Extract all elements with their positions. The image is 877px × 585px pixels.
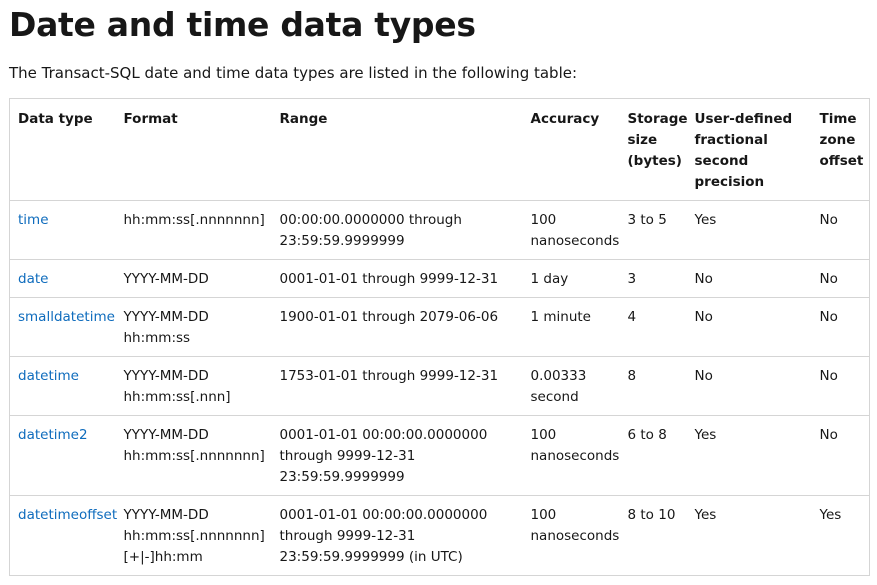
page-title: Date and time data types (9, 5, 476, 44)
cell-time-zone-offset: No (811, 356, 870, 416)
cell-range-line: 23:59:59.9999999 (279, 233, 405, 249)
cell-format: YYYY-MM-DD hh:mm:ss[.nnnnnnn] [+|-]hh:mm (116, 496, 272, 576)
table-row: date YYYY-MM-DD 0001-01-01 through 9999-12… (9, 259, 870, 298)
header-range: Range (271, 98, 523, 201)
cell-time-zone-offset: No (811, 200, 870, 260)
cell-accuracy-line: 1 day (530, 271, 569, 287)
cell-time-zone-offset: Yes (819, 507, 842, 523)
table-header-row: Data type Format Range Accuracy Storage … (9, 98, 870, 201)
header-time-zone-offset: Time zone offset (811, 98, 870, 201)
cell-fractional-precision: Yes (686, 415, 812, 496)
cell-range-line: 0001-01-01 00:00:00.0000000 (279, 427, 488, 443)
cell-fractional-precision: No (686, 356, 812, 416)
header-storage-size: Storage size (bytes) (619, 98, 688, 201)
cell-data-type: datetime (9, 356, 116, 416)
cell-storage-size: 8 (619, 356, 687, 416)
cell-time-zone-offset: No (811, 415, 870, 496)
cell-range: 1753-01-01 through 9999-12-31 (271, 356, 523, 416)
cell-format-line: YYYY-MM-DD (123, 309, 209, 325)
table-row: datetimeoffset YYYY-MM-DD hh:mm:ss[.nnnnnn… (10, 496, 870, 576)
cell-accuracy-line: nanoseconds (530, 528, 620, 544)
cell-data-type: time (9, 200, 116, 260)
cell-fractional-precision: No (686, 297, 812, 357)
cell-accuracy-line: 1 minute (530, 309, 592, 325)
cell-format-line: hh:mm:ss (123, 330, 191, 346)
cell-accuracy-line: 100 (530, 212, 557, 228)
cell-time-zone-offset: No (811, 259, 870, 298)
header-format: Format (115, 98, 272, 201)
cell-time-zone-offset: No (811, 297, 870, 357)
cell-format: YYYY-MM-DD hh:mm:ss[.nnn] (115, 356, 272, 416)
cell-accuracy: 1 day (522, 259, 620, 298)
cell-format-line: YYYY-MM-DD (123, 271, 209, 287)
cell-range-line: 00:00:00.0000000 through (279, 212, 462, 228)
header-fractional-precision: User-defined fractional second precision (686, 98, 812, 201)
cell-format-line: YYYY-MM-DD (123, 507, 209, 523)
cell-format: YYYY-MM-DD hh:mm:ss[.nnnnnnn] (115, 415, 272, 496)
cell-accuracy-line: 0.00333 (530, 368, 587, 384)
cell-accuracy-line: nanoseconds (530, 448, 620, 464)
cell-range-line: 23:59:59.9999999 (279, 469, 405, 485)
cell-accuracy: 100 nanoseconds (522, 415, 620, 496)
cell-accuracy-line: 100 (530, 507, 557, 523)
cell-storage-size: 3 to 5 (619, 200, 687, 260)
cell-format-line: hh:mm:ss[.nnnnnnn] (123, 528, 265, 544)
cell-data-type: datetimeoffset (10, 496, 117, 576)
data-type-link[interactable]: datetimeoffset (18, 507, 117, 523)
intro-text: The Transact-SQL date and time data type… (9, 64, 578, 82)
cell-format-line: hh:mm:ss[.nnnnnnn] (123, 212, 265, 228)
cell-format: YYYY-MM-DD (115, 259, 272, 298)
cell-fractional-precision: Yes (686, 200, 812, 260)
cell-range-line: 1753-01-01 through 9999-12-31 (279, 368, 499, 384)
data-type-link[interactable]: time (18, 212, 49, 228)
cell-data-type: date (9, 259, 116, 298)
cell-accuracy: 100 nanoseconds (522, 200, 620, 260)
cell-fractional-precision: Yes (694, 507, 717, 523)
cell-accuracy: 100 nanoseconds (523, 496, 620, 576)
cell-accuracy-line: 100 (530, 427, 557, 443)
date-time-types-table: Data type Format Range Accuracy Storage … (9, 98, 870, 576)
cell-range-line: through 9999-12-31 (279, 448, 416, 464)
data-type-link[interactable]: datetime (18, 368, 79, 384)
cell-range-line: through 9999-12-31 (279, 528, 416, 544)
cell-range-line: 0001-01-01 00:00:00.0000000 (279, 507, 488, 523)
data-type-link[interactable]: datetime2 (18, 427, 88, 443)
cell-range: 00:00:00.0000000 through 23:59:59.9999999 (271, 200, 523, 260)
cell-storage-size: 6 to 8 (619, 415, 687, 496)
cell-range: 0001-01-01 00:00:00.0000000 through 9999-… (272, 496, 523, 576)
cell-accuracy: 1 minute (522, 297, 620, 357)
cell-storage-size: 3 (619, 259, 687, 298)
cell-accuracy: 0.00333 second (522, 356, 620, 416)
data-type-link[interactable]: date (18, 271, 48, 287)
table-body: time hh:mm:ss[.nnnnnnn] 00:00:00.0000000 t… (9, 200, 870, 576)
cell-range: 0001-01-01 00:00:00.0000000 through 9999-… (271, 415, 523, 496)
cell-range-line: 1900-01-01 through 2079-06-06 (279, 309, 499, 325)
cell-data-type: datetime2 (9, 415, 116, 496)
cell-storage-size: 8 to 10 (627, 507, 676, 523)
cell-range-line: 23:59:59.9999999 (in UTC) (279, 549, 463, 565)
cell-data-type: smalldatetime (9, 297, 116, 357)
table-row: datetime2 YYYY-MM-DD hh:mm:ss[.nnnnnnn] 000… (9, 415, 870, 496)
cell-format: hh:mm:ss[.nnnnnnn] (115, 200, 272, 260)
cell-range-line: 0001-01-01 through 9999-12-31 (279, 271, 499, 287)
cell-format-line: YYYY-MM-DD (123, 368, 209, 384)
cell-format-line: hh:mm:ss[.nnnnnnn] (123, 448, 265, 464)
cell-range: 1900-01-01 through 2079-06-06 (271, 297, 523, 357)
table-row: smalldatetime YYYY-MM-DD hh:mm:ss 1900-01-0… (9, 297, 870, 357)
header-accuracy: Accuracy (522, 98, 620, 201)
table-row: time hh:mm:ss[.nnnnnnn] 00:00:00.0000000 t… (9, 200, 870, 260)
cell-format-line: hh:mm:ss[.nnn] (123, 389, 231, 405)
cell-format-line: [+|-]hh:mm (123, 549, 203, 565)
cell-format-line: YYYY-MM-DD (123, 427, 209, 443)
cell-range: 0001-01-01 through 9999-12-31 (271, 259, 523, 298)
cell-fractional-precision: No (686, 259, 812, 298)
header-data-type: Data type (9, 98, 116, 201)
data-type-link[interactable]: smalldatetime (18, 309, 115, 325)
cell-accuracy-line: nanoseconds (530, 233, 620, 249)
article: Date and time data types The Transact-SQ… (0, 0, 877, 576)
cell-accuracy-line: second (530, 389, 579, 405)
cell-storage-size: 4 (619, 297, 687, 357)
table-row: datetime YYYY-MM-DD hh:mm:ss[.nnn] 1753-01-… (9, 356, 870, 416)
cell-format: YYYY-MM-DD hh:mm:ss (115, 297, 272, 357)
